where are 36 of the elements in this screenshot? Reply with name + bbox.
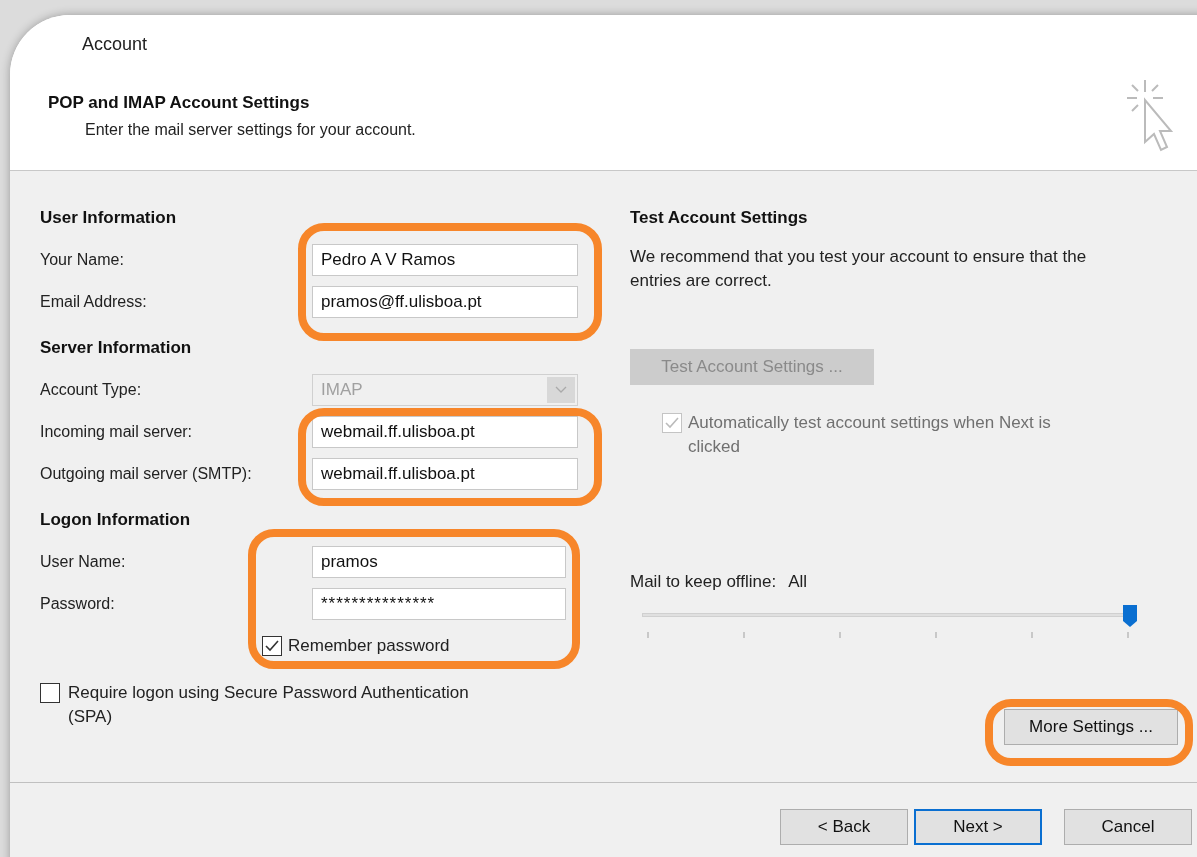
section-heading: Server Information	[40, 337, 193, 360]
field-label: Your Name:	[40, 250, 125, 270]
footer-button[interactable]: < Back	[780, 809, 908, 845]
slider-thumb[interactable]	[1122, 603, 1138, 628]
offline-value: All	[788, 571, 808, 593]
checkbox-label: Require logon using Secure Password Authentication (SPA)	[68, 682, 470, 728]
footer-button[interactable]: Cancel	[1064, 809, 1192, 845]
checkbox-label: Remember password	[288, 635, 450, 658]
chevron-down-icon	[547, 377, 575, 403]
field-label: Password:	[40, 594, 116, 614]
field-label: Incoming mail server:	[40, 422, 194, 442]
more-settings-button[interactable]: More Settings ...	[1004, 708, 1178, 745]
field-label: User Name:	[40, 552, 127, 572]
offline-label: Mail to keep offline:	[630, 571, 777, 593]
page-heading: POP and IMAP Account Settings	[48, 92, 311, 114]
checkmark-icon	[665, 417, 679, 429]
section-heading: Test Account Settings	[630, 207, 809, 230]
checkbox[interactable]	[262, 636, 282, 656]
field-label: Email Address:	[40, 292, 148, 312]
input-field[interactable]: pramos	[312, 546, 566, 578]
test-description: We recommend that you test your account to ensure that the entries are correct.	[630, 246, 1088, 292]
footer-button[interactable]: Next >	[914, 809, 1042, 845]
field-label: Outgoing mail server (SMTP):	[40, 464, 253, 484]
page-subtitle: Enter the mail server settings for your account.	[85, 119, 417, 140]
password-field[interactable]: ***************	[312, 588, 566, 620]
input-field[interactable]: webmail.ff.ulisboa.pt	[312, 458, 578, 490]
input-field[interactable]: Pedro A V Ramos	[312, 244, 578, 276]
input-field[interactable]: webmail.ff.ulisboa.pt	[312, 416, 578, 448]
checkmark-icon	[265, 640, 279, 652]
section-heading: User Information	[40, 207, 178, 230]
checkbox-label: Automatically test account settings when Next is clicked	[688, 412, 1052, 458]
checkbox[interactable]	[40, 683, 60, 703]
window-title: Account	[82, 33, 149, 56]
input-field[interactable]: pramos@ff.ulisboa.pt	[312, 286, 578, 318]
field-label: Account Type:	[40, 380, 143, 400]
section-heading: Logon Information	[40, 509, 192, 532]
